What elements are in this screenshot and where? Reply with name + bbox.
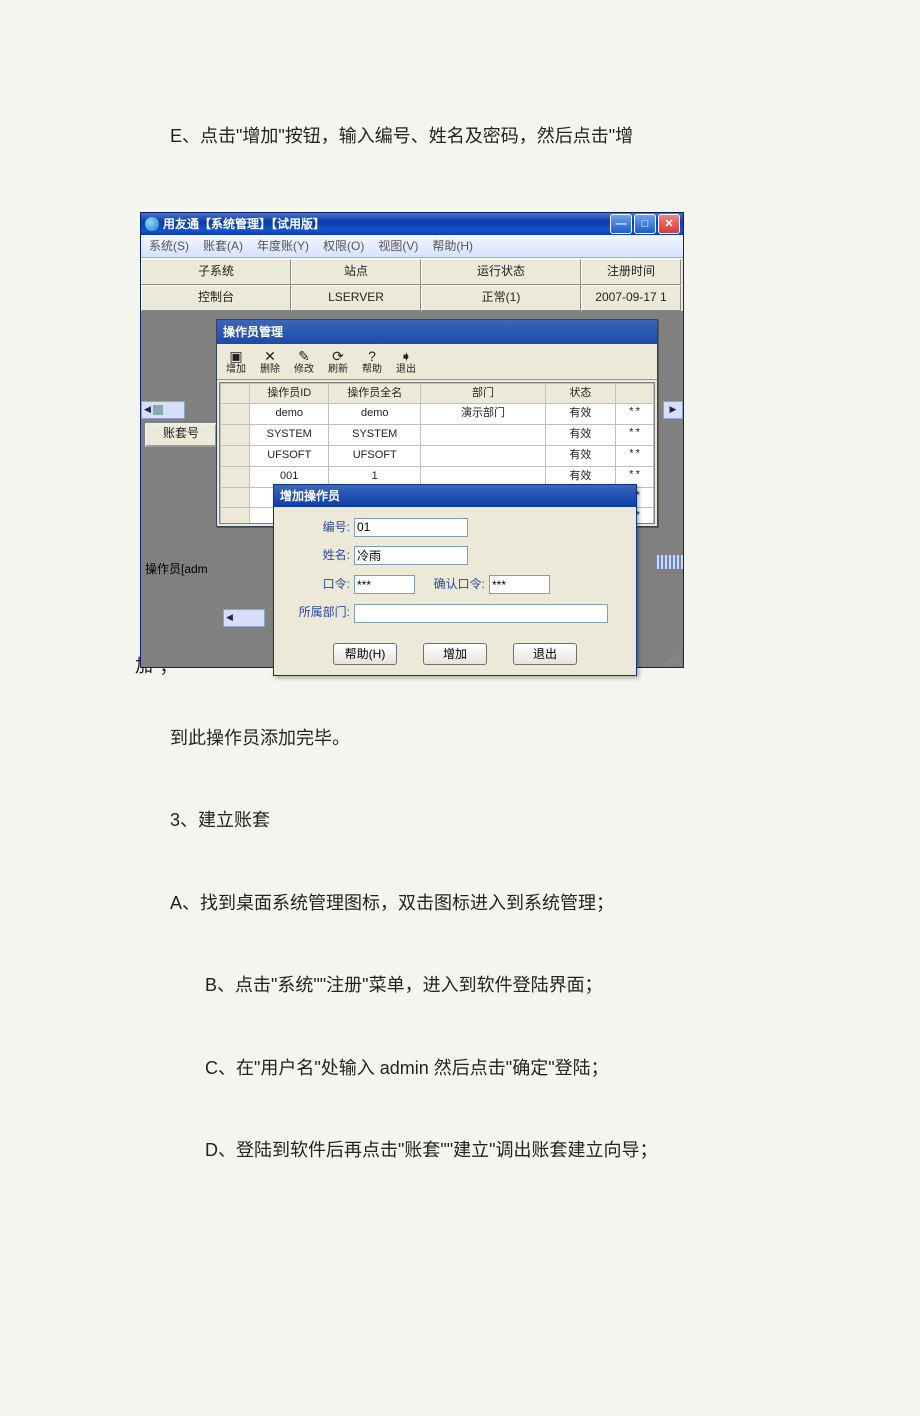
table-row[interactable]: demodemo演示部门有效** [221,404,654,425]
label-name: 姓名: [288,545,354,567]
paragraph-b: B、点击"系统""注册"菜单，进入到软件登陆界面； [205,969,785,1001]
stripe-decoration [655,555,683,569]
app-icon [145,217,159,231]
close-button[interactable]: ✕ [658,214,680,234]
input-confirm-password[interactable] [489,575,550,594]
col-extra [616,383,654,404]
input-department[interactable] [354,604,608,623]
menubar: 系统(S) 账套(A) 年度账(Y) 权限(O) 视图(V) 帮助(H) [141,235,683,258]
help-icon: ? [358,348,386,364]
cell-status: 正常(1) [421,285,581,311]
maximize-button[interactable]: □ [634,214,656,234]
paragraph-d: D、登陆到软件后再点击"账套""建立"调出账套建立向导； [205,1134,785,1166]
toolbar-add-button[interactable]: ▣增加 [220,346,252,377]
plus-icon: ▣ [222,348,250,364]
app-window: 用友通【系统管理】【试用版】 — □ ✕ 系统(S) 账套(A) 年度账(Y) … [140,212,684,667]
account-set-button[interactable]: 账套号 [145,423,217,447]
refresh-icon: ⟳ [324,348,352,364]
dialog-help-button[interactable]: 帮助(H) [333,643,397,665]
table-header-row: 操作员ID 操作员全名 部门 状态 [221,383,654,404]
col-subsystem: 子系统 [141,259,291,285]
scroll-bottom-left[interactable] [223,609,265,627]
label-password: 口令: [288,574,354,596]
table-row[interactable]: UFSOFTUFSOFT有效** [221,445,654,466]
paragraph-e: E、点击"增加"按钮，输入编号、姓名及密码，然后点击"增 [170,120,785,152]
add-operator-dialog: 增加操作员 编号: 姓名: 口令: [273,484,637,676]
cell-subsystem: 控制台 [141,285,291,311]
paragraph-done: 到此操作员添加完毕。 [170,722,785,754]
dialog-title: 增加操作员 [274,485,636,507]
operator-label: 操作员[adm [145,559,217,581]
toolbar-refresh-button[interactable]: ⟳刷新 [322,346,354,377]
menu-system[interactable]: 系统(S) [145,235,193,259]
label-confirm-password: 确认口令: [427,574,489,596]
dialog-exit-button[interactable]: 退出 [513,643,577,665]
window-title: 用友通【系统管理】【试用版】 [163,214,610,236]
scroll-left-arrow[interactable] [141,401,185,419]
col-status: 运行状态 [421,259,581,285]
edit-icon: ✎ [290,348,318,364]
label-id: 编号: [288,517,354,539]
menu-year[interactable]: 年度账(Y) [253,235,313,259]
paragraph-a: A、找到桌面系统管理图标，双击图标进入到系统管理； [170,887,785,919]
col-operator-id: 操作员ID [250,383,329,404]
titlebar: 用友通【系统管理】【试用版】 — □ ✕ [141,213,683,235]
input-name[interactable] [354,546,468,565]
menu-permission[interactable]: 权限(O) [319,235,368,259]
input-password[interactable] [354,575,415,594]
menu-help[interactable]: 帮助(H) [428,235,477,259]
toolbar-exit-button[interactable]: ➧退出 [390,346,422,377]
table-row[interactable]: SYSTEMSYSTEM有效** [221,425,654,446]
toolbar-edit-button[interactable]: ✎修改 [288,346,320,377]
x-icon: ✕ [256,348,284,364]
col-station: 站点 [291,259,421,285]
toolbar-help-button[interactable]: ?帮助 [356,346,388,377]
toolbar: ▣增加 ✕删除 ✎修改 ⟳刷新 ?帮助 ➧退出 [217,344,657,380]
cell-station: LSERVER [291,285,421,311]
col-operator-name: 操作员全名 [329,383,421,404]
col-regtime: 注册时间 [581,259,681,285]
scroll-right-arrow[interactable]: ▶ [663,401,683,419]
menu-view[interactable]: 视图(V) [374,235,422,259]
resize-grip[interactable] [665,649,681,665]
toolbar-delete-button[interactable]: ✕删除 [254,346,286,377]
exit-icon: ➧ [392,348,420,364]
cell-regtime: 2007-09-17 1 [581,285,681,311]
input-id[interactable] [354,518,468,537]
dialog-add-button[interactable]: 增加 [423,643,487,665]
paragraph-c: C、在"用户名"处输入 admin 然后点击"确定"登陆； [205,1052,785,1084]
minimize-button[interactable]: — [610,214,632,234]
operator-manager-title: 操作员管理 [217,320,657,344]
col-op-status: 状态 [545,383,615,404]
status-header: 子系统 站点 运行状态 注册时间 控制台 LSERVER 正常(1) 2007-… [141,258,683,310]
workarea: 账套号 操作员[adm ▶ 操作员管理 ▣增加 ✕删除 ✎修改 ⟳刷新 ?帮助 … [141,311,683,667]
menu-account[interactable]: 账套(A) [199,235,247,259]
label-department: 所属部门: [288,602,354,624]
heading-3: 3、建立账套 [170,804,785,836]
col-department: 部门 [421,383,545,404]
